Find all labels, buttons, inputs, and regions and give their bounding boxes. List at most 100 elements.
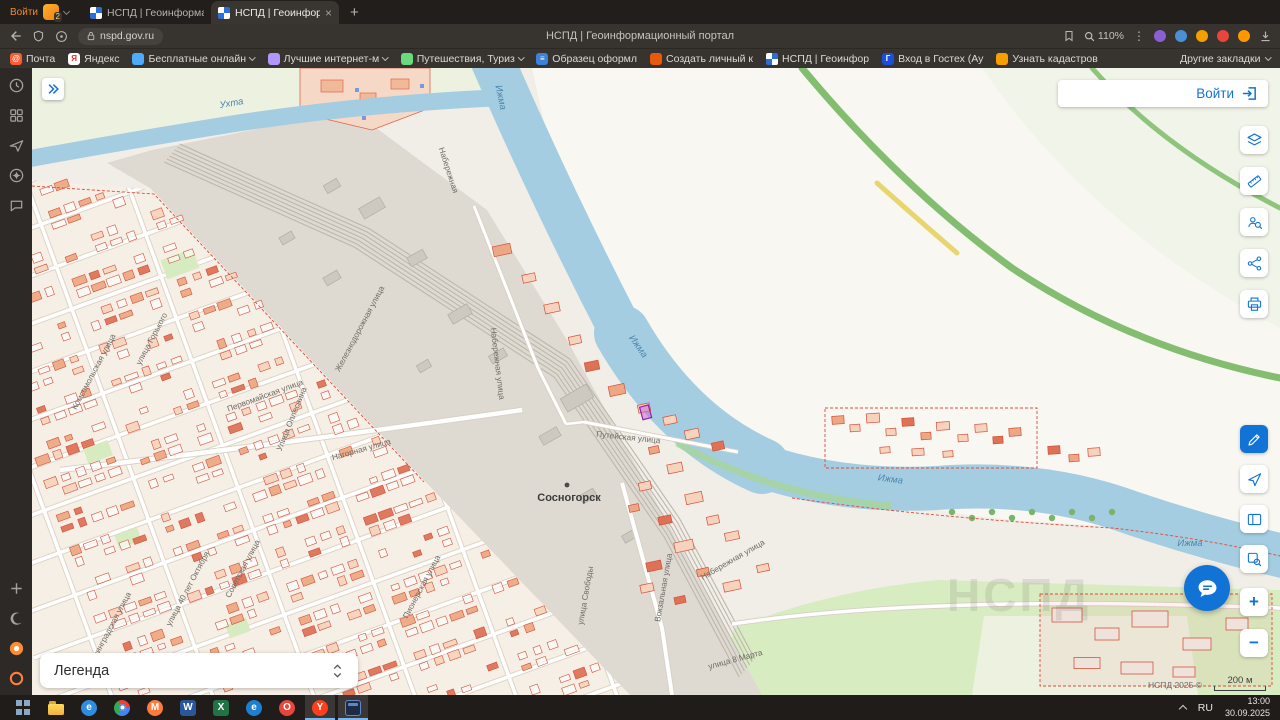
- expand-panel-button[interactable]: [42, 78, 64, 100]
- tab-favicon: [89, 6, 102, 19]
- draw-tool-button[interactable]: [1240, 425, 1268, 453]
- bookmark-label: Почта: [26, 52, 56, 65]
- taskbar-word[interactable]: W: [173, 695, 203, 720]
- bookmark-item[interactable]: @ Почта: [10, 52, 56, 65]
- zoom-out-button[interactable]: −: [1240, 629, 1268, 657]
- lock-icon: [87, 31, 95, 41]
- taskbar-apps: eMWXeOY: [8, 695, 368, 720]
- extension-icon-4[interactable]: [1217, 30, 1229, 42]
- address-bar-actions: 110% ⋮: [1063, 29, 1272, 43]
- profile-avatar[interactable]: 2: [42, 4, 62, 22]
- other-bookmarks-button[interactable]: Другие закладки: [1180, 53, 1271, 65]
- browser-sidebar: [0, 68, 32, 695]
- bookmark-item[interactable]: НСПД | Геоинфор: [766, 52, 869, 65]
- back-button[interactable]: [8, 29, 22, 43]
- zoom-in-button[interactable]: +: [1240, 588, 1268, 616]
- opera-icon: O: [279, 699, 295, 716]
- browser-tab[interactable]: НСПД | Геоинформац ×: [210, 1, 339, 24]
- scale-bar: [1214, 686, 1266, 691]
- login-bar[interactable]: Войти: [1058, 80, 1268, 107]
- taskbar-edge-browser[interactable]: e: [74, 695, 104, 720]
- bookmark-item[interactable]: Бесплатные онлайн: [132, 52, 256, 65]
- bookmark-flag-icon[interactable]: [1063, 30, 1075, 42]
- taskbar-excel[interactable]: X: [206, 695, 236, 720]
- more-menu-icon[interactable]: ⋮: [1133, 29, 1145, 43]
- zoom-indicator[interactable]: 110%: [1084, 30, 1124, 42]
- collections-icon[interactable]: [7, 106, 25, 124]
- map[interactable]: Ухта Ижма Ижма Ижма Ижма Сосногорск Набережная…: [32, 68, 1280, 695]
- start-icon: [15, 699, 31, 716]
- profile-login-label: Войти: [10, 6, 38, 18]
- bookmark-item[interactable]: Создать личный к: [650, 52, 754, 65]
- folder-purple-icon: [267, 52, 280, 65]
- site-settings-icon[interactable]: [55, 30, 68, 43]
- new-tab-button[interactable]: +: [341, 5, 368, 20]
- chevron-down-icon: [382, 54, 389, 61]
- url-box[interactable]: nspd.gov.ru: [78, 27, 164, 45]
- tab-favicon: [217, 6, 230, 19]
- print-tool-button[interactable]: [1240, 290, 1268, 318]
- system-tray: RU 13:00 30.09.2025: [1178, 696, 1278, 719]
- browser-tab[interactable]: НСПД | Геоинформацион: [83, 1, 211, 24]
- taskbar-start[interactable]: [8, 695, 38, 720]
- taskbar: eMWXeOY RU 13:00 30.09.2025: [0, 695, 1280, 720]
- mail-icon: @: [10, 52, 22, 65]
- bookmark-item[interactable]: Узнать кадастров: [996, 52, 1098, 65]
- bookmarks-list: @ Почта Я Яндекс Бесплатные онлайн Лучшие инт…: [10, 52, 1166, 65]
- chat-button[interactable]: [1184, 565, 1230, 611]
- taskbar-mail-app[interactable]: M: [140, 695, 170, 720]
- protect-shield-icon[interactable]: [32, 30, 45, 43]
- night-mode-icon[interactable]: [7, 609, 25, 627]
- taskbar-yandex-browser[interactable]: Y: [305, 695, 335, 720]
- profile-ring-icon[interactable]: [7, 669, 25, 687]
- assistant-icon[interactable]: [7, 639, 25, 657]
- content-area: Ухта Ижма Ижма Ижма Ижма Сосногорск Набережная…: [0, 68, 1280, 695]
- legend-panel[interactable]: Легенда: [40, 653, 358, 688]
- bookmark-label: Лучшие интернет-м: [283, 52, 380, 65]
- login-button[interactable]: Войти: [1196, 86, 1234, 101]
- yandex-icon: Я: [68, 52, 81, 65]
- panel-tool-button[interactable]: [1240, 505, 1268, 533]
- extension-icon-1[interactable]: [1154, 30, 1166, 42]
- history-icon[interactable]: [7, 76, 25, 94]
- taskbar-opera[interactable]: O: [272, 695, 302, 720]
- bookmark-item[interactable]: Лучшие интернет-м: [267, 52, 389, 65]
- taskbar-remote-app[interactable]: [338, 695, 368, 720]
- taskbar-edge-legacy[interactable]: e: [239, 695, 269, 720]
- share-tool-button[interactable]: [1240, 249, 1268, 277]
- extension-icon-2[interactable]: [1175, 30, 1187, 42]
- clock[interactable]: 13:00 30.09.2025: [1225, 696, 1270, 719]
- hidden-icons-chevron[interactable]: [1178, 704, 1188, 713]
- browser-profile-chip[interactable]: Войти 2: [4, 4, 75, 22]
- bookmark-item[interactable]: Путешествия, Туриз: [400, 52, 525, 65]
- url-text: nspd.gov.ru: [100, 30, 155, 42]
- taskbar-chrome-browser[interactable]: [107, 695, 137, 720]
- pan-tool-button[interactable]: [1240, 465, 1268, 493]
- taskbar-explorer[interactable]: [41, 695, 71, 720]
- unfold-icon[interactable]: [331, 662, 344, 680]
- search-area-tool-button[interactable]: [1240, 545, 1268, 573]
- identify-tool-button[interactable]: [1240, 208, 1268, 236]
- edge-legacy-icon: e: [246, 699, 262, 716]
- layers-tool-button[interactable]: [1240, 126, 1268, 154]
- chat-icon[interactable]: [7, 196, 25, 214]
- add-icon[interactable]: [7, 579, 25, 597]
- language-indicator[interactable]: RU: [1198, 702, 1213, 714]
- mail-app-icon: M: [147, 699, 163, 716]
- extension-icon-3[interactable]: [1196, 30, 1208, 42]
- downloads-icon[interactable]: [1259, 30, 1272, 43]
- tab-close-icon[interactable]: ×: [325, 7, 332, 19]
- bookmark-label: Путешествия, Туриз: [416, 52, 515, 65]
- bookmark-label: Создать личный к: [666, 52, 754, 65]
- bookmark-item[interactable]: Г Вход в Гостех (Ау: [882, 52, 983, 65]
- measure-tool-button[interactable]: [1240, 167, 1268, 195]
- extension-icon-5[interactable]: [1238, 30, 1250, 42]
- nspd-icon: [766, 52, 779, 65]
- explorer-icon: [48, 700, 64, 715]
- map-canvas[interactable]: Ухта ИжмаИжмаИжмаИжмаСосногорскНабережная…: [32, 68, 1280, 695]
- chevron-down-icon[interactable]: [62, 7, 71, 15]
- bookmark-item[interactable]: ≡ Образец оформл: [536, 52, 637, 65]
- bookmark-item[interactable]: Я Яндекс: [68, 52, 119, 65]
- telegram-icon[interactable]: [7, 136, 25, 154]
- zen-icon[interactable]: [7, 166, 25, 184]
